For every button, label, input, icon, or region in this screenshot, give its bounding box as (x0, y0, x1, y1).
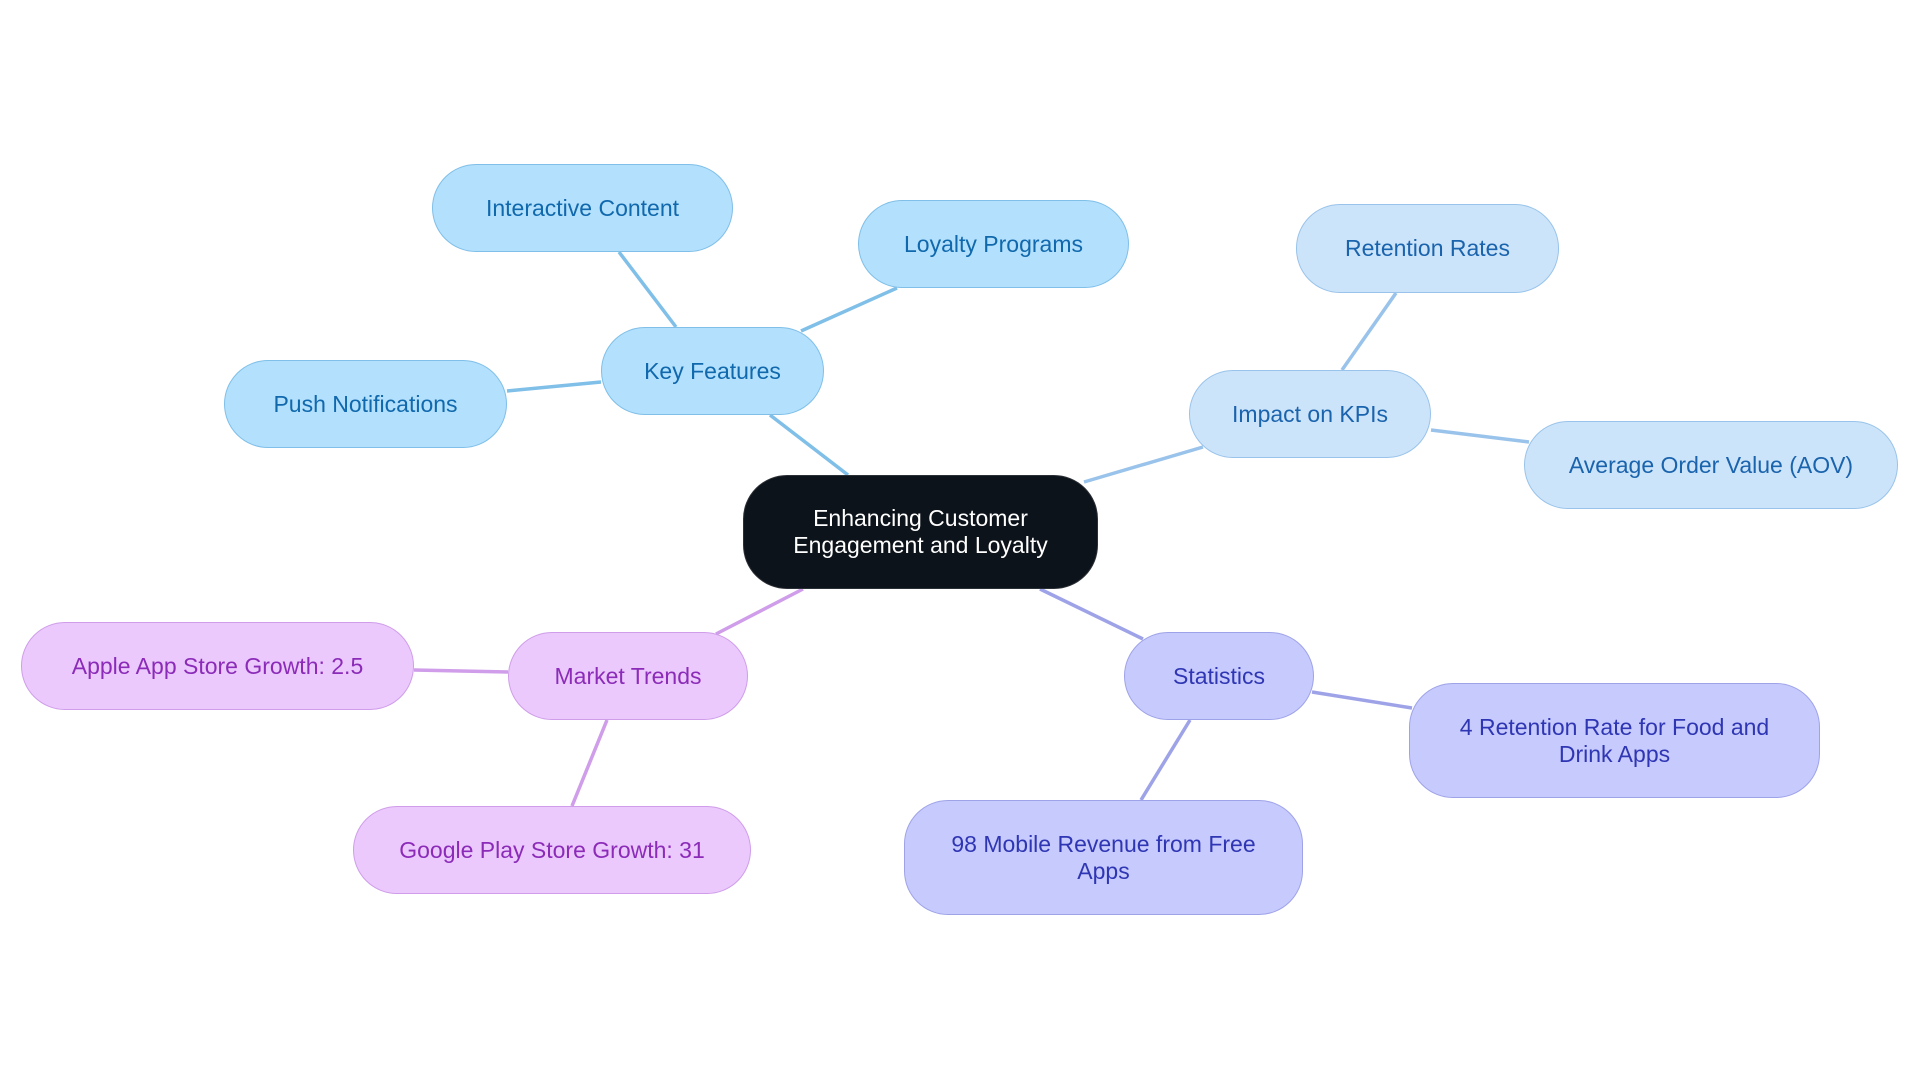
edge-impact-retention-rates (1340, 291, 1398, 372)
node-loyalty-programs-label: Loyalty Programs (904, 230, 1083, 257)
node-google-growth-label: Google Play Store Growth: 31 (399, 836, 705, 863)
node-average-order-value-label: Average Order Value (AOV) (1568, 451, 1854, 478)
node-statistics-label: Statistics (1172, 662, 1266, 689)
root-node-label: Enhancing Customer Engagement and Loyalt… (793, 505, 1048, 558)
node-apple-growth[interactable]: Apple App Store Growth: 2.5 (21, 622, 414, 710)
root-node[interactable]: Enhancing Customer Engagement and Loyalt… (743, 475, 1098, 589)
edge-root-key-features (768, 413, 850, 477)
node-key-features[interactable]: Key Features (601, 327, 824, 415)
node-google-growth[interactable]: Google Play Store Growth: 31 (353, 806, 751, 894)
edge-market-trends-google (570, 719, 609, 807)
node-push-notifications-label: Push Notifications (273, 390, 458, 417)
node-retention-food-drink-label: 4 Retention Rate for Food and Drink Apps (1459, 713, 1770, 767)
node-retention-rates-label: Retention Rates (1345, 235, 1510, 261)
node-market-trends-label: Market Trends (554, 662, 702, 689)
node-retention-rates[interactable]: Retention Rates (1296, 204, 1559, 293)
node-impact-on-kpis-label: Impact on KPIs (1232, 400, 1388, 427)
edge-statistics-retention-food-drink (1311, 690, 1413, 710)
node-mobile-revenue-free-label: 98 Mobile Revenue from Free Apps (951, 830, 1256, 884)
node-impact-on-kpis[interactable]: Impact on KPIs (1189, 370, 1431, 458)
edge-root-statistics (1039, 587, 1144, 641)
node-interactive-content[interactable]: Interactive Content (432, 164, 733, 252)
node-market-trends[interactable]: Market Trends (508, 632, 748, 720)
edge-key-features-interactive-content (617, 250, 678, 329)
node-average-order-value[interactable]: Average Order Value (AOV) (1524, 421, 1898, 509)
edge-root-market-trends (715, 587, 804, 636)
edge-statistics-mobile-revenue (1139, 719, 1192, 801)
node-interactive-content-label: Interactive Content (485, 194, 680, 221)
edge-root-impact-on-kpis (1083, 445, 1204, 484)
node-loyalty-programs[interactable]: Loyalty Programs (858, 200, 1129, 288)
node-push-notifications[interactable]: Push Notifications (224, 360, 507, 448)
node-key-features-label: Key Features (644, 357, 781, 384)
node-mobile-revenue-free[interactable]: 98 Mobile Revenue from Free Apps (904, 800, 1303, 915)
node-statistics[interactable]: Statistics (1124, 632, 1314, 720)
node-apple-growth-label: Apple App Store Growth: 2.5 (71, 652, 364, 679)
edge-market-trends-apple (413, 668, 509, 674)
mind-map-canvas: Enhancing Customer Engagement and Loyalt… (0, 0, 1920, 1083)
edge-key-features-loyalty-programs (800, 286, 898, 333)
edge-impact-aov (1430, 428, 1530, 444)
node-retention-food-drink[interactable]: 4 Retention Rate for Food and Drink Apps (1409, 683, 1820, 798)
edge-key-features-push-notifications (506, 380, 602, 393)
